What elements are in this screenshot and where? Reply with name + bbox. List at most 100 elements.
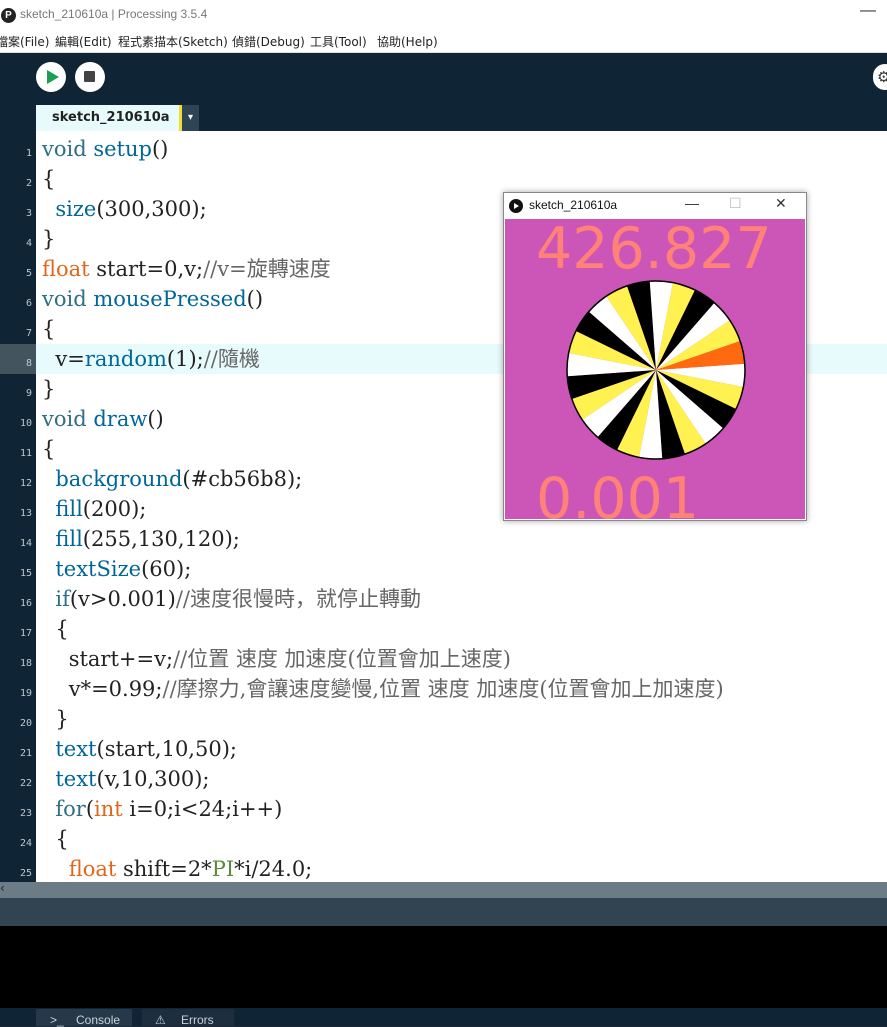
menu-edit[interactable]: 編輯(Edit) bbox=[55, 33, 112, 50]
code-line: } bbox=[42, 227, 56, 251]
minimize-button[interactable]: — bbox=[860, 2, 876, 20]
line-number: 23 bbox=[19, 808, 32, 819]
tab-menu-button[interactable]: ▾ bbox=[182, 105, 199, 131]
code-token: if bbox=[42, 587, 70, 611]
code-token: float bbox=[42, 857, 117, 881]
code-comment: //隨機 bbox=[203, 347, 260, 371]
run-button[interactable] bbox=[36, 62, 66, 92]
line-number: 16 bbox=[19, 598, 32, 609]
code-line: text(v,10,300); bbox=[42, 764, 210, 794]
code-token: void bbox=[42, 407, 87, 431]
line-number: 13 bbox=[19, 508, 32, 519]
menu-debug[interactable]: 偵錯(Debug) bbox=[232, 33, 305, 50]
line-number: 7 bbox=[25, 328, 32, 339]
code-line: text(start,10,50); bbox=[42, 734, 237, 764]
line-number: 2 bbox=[25, 178, 32, 189]
code-token: (1); bbox=[166, 347, 204, 371]
errors-tab-label: Errors bbox=[181, 1013, 214, 1027]
code-token: v*=0.99; bbox=[42, 677, 163, 701]
menu-help[interactable]: 協助(Help) bbox=[377, 33, 438, 50]
menu-file[interactable]: 檔案(File) bbox=[0, 33, 49, 50]
code-token: (v,10,300); bbox=[96, 767, 210, 791]
code-token: background bbox=[42, 467, 183, 491]
line-number: 19 bbox=[19, 688, 32, 699]
editor-console-divider[interactable] bbox=[0, 882, 887, 898]
code-token: (60); bbox=[141, 557, 192, 581]
toolbar bbox=[0, 53, 887, 105]
spinning-wheel bbox=[566, 280, 746, 460]
menu-tool[interactable]: 工具(Tool) bbox=[310, 33, 367, 50]
line-number: 5 bbox=[25, 268, 32, 279]
code-comment: //v=旋轉速度 bbox=[203, 257, 331, 281]
chevron-down-icon: ▾ bbox=[187, 112, 194, 123]
close-icon[interactable]: ✕ bbox=[775, 195, 787, 212]
start-value-text: 426.827 bbox=[536, 219, 772, 282]
code-line: start+=v;//位置 速度 加速度(位置會加上速度) bbox=[42, 644, 511, 674]
line-number: 3 bbox=[25, 208, 32, 219]
collapse-arrow-icon[interactable]: ‹ bbox=[0, 881, 5, 895]
tab-sketch[interactable]: sketch_210610a bbox=[36, 105, 179, 131]
stop-icon bbox=[84, 71, 95, 82]
console-icon: >_ bbox=[50, 1013, 64, 1027]
code-token: fill bbox=[42, 497, 83, 521]
console-output bbox=[0, 926, 887, 1008]
console-tab-label: Console bbox=[76, 1013, 121, 1027]
code-line: background(#cb56b8); bbox=[42, 464, 302, 494]
code-token: (255,130,120); bbox=[82, 527, 240, 551]
code-token: i=0;i<24;i++) bbox=[122, 797, 283, 821]
status-bar bbox=[0, 898, 887, 926]
code-line: v*=0.99;//摩擦力,會讓速度變慢,位置 速度 加速度(位置會加上加速度) bbox=[42, 674, 724, 704]
code-line: for(int i=0;i<24;i++) bbox=[42, 794, 282, 824]
tab-label: sketch_210610a bbox=[52, 110, 170, 125]
code-token: size bbox=[42, 197, 97, 221]
line-number: 6 bbox=[25, 298, 32, 309]
code-token: (200); bbox=[82, 497, 147, 521]
code-token: shift=2* bbox=[116, 857, 212, 881]
code-token: textSize bbox=[42, 557, 142, 581]
menu-sketch[interactable]: 程式素描本(Sketch) bbox=[118, 33, 228, 50]
code-line: void mousePressed() bbox=[42, 284, 263, 314]
minimize-icon[interactable]: — bbox=[685, 195, 699, 211]
sketch-window-title: sketch_210610a bbox=[529, 198, 618, 212]
code-token: mousePressed bbox=[86, 287, 247, 311]
code-line: fill(200); bbox=[42, 494, 146, 524]
code-token: PI bbox=[211, 857, 235, 881]
velocity-value-text: 0.001 bbox=[536, 466, 699, 519]
code-token: draw bbox=[86, 407, 148, 431]
sketch-canvas[interactable]: 426.827 0.001 bbox=[505, 219, 805, 519]
code-line: { bbox=[42, 617, 69, 641]
line-number: 14 bbox=[19, 538, 32, 549]
code-token: setup bbox=[86, 137, 152, 161]
line-number: 20 bbox=[19, 718, 32, 729]
line-number: 18 bbox=[19, 658, 32, 669]
code-line: size(300,300); bbox=[42, 194, 206, 224]
line-number: 24 bbox=[19, 838, 32, 849]
code-token: *i/24.0; bbox=[234, 857, 313, 881]
gear-icon: ⚙ bbox=[877, 68, 887, 86]
code-line: v=random(1);//隨機 bbox=[42, 344, 260, 374]
title-bar: P sketch_210610a | Processing 3.5.4 — bbox=[0, 0, 887, 30]
window-title: sketch_210610a | Processing 3.5.4 bbox=[20, 7, 208, 21]
code-token: () bbox=[147, 407, 164, 431]
code-line: float start=0,v;//v=旋轉速度 bbox=[42, 254, 331, 284]
line-number: 10 bbox=[19, 418, 32, 429]
code-line: } bbox=[42, 377, 56, 401]
line-number: 12 bbox=[19, 478, 32, 489]
line-number: 11 bbox=[19, 448, 32, 459]
code-token: text bbox=[42, 767, 97, 791]
code-token: fill bbox=[42, 527, 83, 551]
sketch-title-bar: sketch_210610a — ☐ ✕ bbox=[504, 193, 806, 219]
sketch-window[interactable]: sketch_210610a — ☐ ✕ 426.827 0.001 bbox=[503, 192, 807, 521]
code-line: textSize(60); bbox=[42, 554, 191, 584]
code-line: fill(255,130,120); bbox=[42, 524, 240, 554]
processing-app-icon: P bbox=[1, 8, 16, 23]
code-comment: //摩擦力,會讓速度變慢,位置 速度 加速度(位置會加上加速度) bbox=[162, 677, 724, 701]
menu-bar: 檔案(File) 編輯(Edit) 程式素描本(Sketch) 偵錯(Debug… bbox=[0, 30, 887, 53]
line-number: 9 bbox=[25, 388, 32, 399]
code-comment: //位置 速度 加速度(位置會加上速度) bbox=[173, 647, 511, 671]
code-token: void bbox=[42, 137, 87, 161]
maximize-icon[interactable]: ☐ bbox=[729, 195, 742, 212]
bottom-tab-bar bbox=[0, 1008, 887, 1026]
code-token: (#cb56b8); bbox=[182, 467, 303, 491]
stop-button[interactable] bbox=[75, 62, 105, 92]
